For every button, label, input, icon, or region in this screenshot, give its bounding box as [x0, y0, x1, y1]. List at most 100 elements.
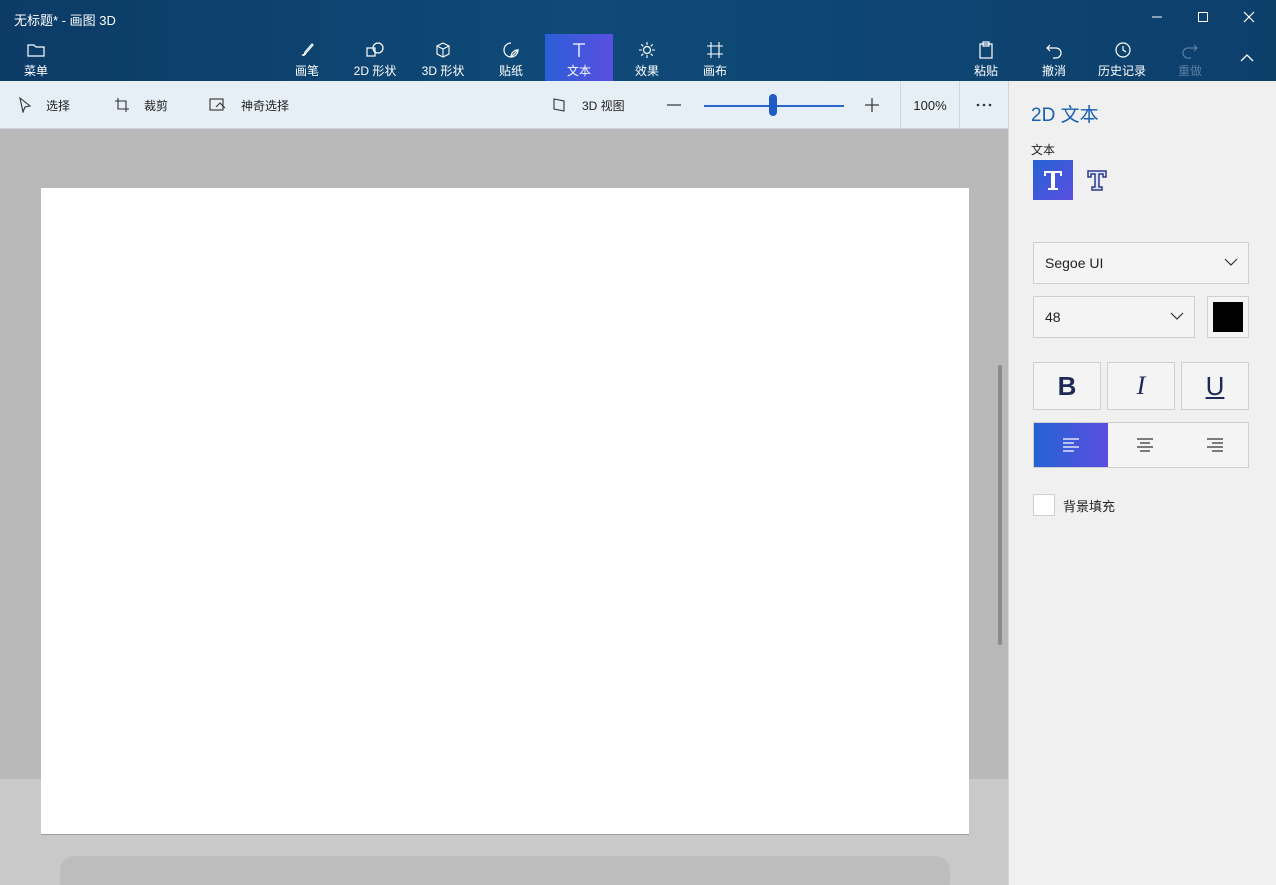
magic-select-tool[interactable]: 神奇选择 [209, 81, 289, 129]
maximize-button[interactable] [1180, 0, 1226, 34]
3d-text-button[interactable] [1077, 160, 1117, 200]
align-right-button[interactable] [1182, 423, 1248, 467]
tab-2d-shapes[interactable]: 2D 形状 [341, 34, 409, 81]
zoom-out-button[interactable] [666, 81, 682, 129]
align-left-button[interactable] [1034, 423, 1108, 467]
text-properties-panel: 2D 文本 文本 Segoe UI 48 B I U 背景填充 [1008, 81, 1276, 885]
font-size-select[interactable]: 48 [1033, 296, 1195, 338]
magic-select-label: 神奇选择 [241, 98, 290, 113]
secondary-toolbar: 选择 裁剪 神奇选择 3D 视图 100% [0, 81, 1008, 129]
chevron-up-icon [1240, 54, 1254, 62]
tab-3d-shapes[interactable]: 3D 形状 [409, 34, 477, 81]
tab-text-label: 文本 [566, 64, 591, 78]
canvas-icon [707, 42, 723, 58]
font-size-value: 48 [1045, 309, 1061, 325]
italic-label: I [1136, 371, 1146, 400]
folder-icon [27, 44, 45, 57]
3d-view-icon [553, 98, 565, 112]
zoom-in-button[interactable] [864, 81, 880, 129]
tab-brushes[interactable]: 画笔 [273, 34, 341, 81]
font-family-value: Segoe UI [1045, 255, 1104, 271]
panel-title: 2D 文本 [1031, 105, 1099, 126]
select-label: 选择 [46, 98, 71, 113]
tab-effects-label: 效果 [634, 64, 659, 78]
view-3d-label: 3D 视图 [582, 98, 625, 113]
3d-text-icon [1087, 170, 1107, 191]
font-family-select[interactable]: Segoe UI [1033, 242, 1249, 284]
crop-tool[interactable]: 裁剪 [114, 81, 168, 129]
background-fill-checkbox[interactable] [1033, 494, 1055, 516]
3d-shapes-icon [436, 42, 450, 58]
brush-icon [301, 43, 314, 56]
zoom-slider[interactable] [704, 81, 844, 129]
redo-button[interactable]: 重做 [1156, 34, 1224, 81]
bold-button[interactable]: B [1033, 362, 1101, 410]
ribbon-header: 无标题* - 画图 3D 菜单 画笔 2D 形状 3D 形状 贴纸 文本 效果 … [0, 0, 1276, 81]
close-icon [1243, 11, 1255, 23]
window-title: 无标题* - 画图 3D [14, 13, 116, 28]
bold-label: B [1057, 370, 1077, 401]
minimize-button[interactable] [1134, 0, 1180, 34]
workspace [0, 129, 1008, 885]
minimize-icon [1152, 16, 1162, 18]
tab-effects[interactable]: 效果 [613, 34, 681, 81]
more-options-button[interactable] [976, 81, 992, 129]
background-fill-option[interactable]: 背景填充 [1033, 494, 1115, 516]
chevron-down-icon [1224, 258, 1238, 266]
crop-label: 裁剪 [144, 98, 169, 113]
paste-button[interactable]: 粘贴 [952, 34, 1020, 81]
magic-select-icon [209, 98, 226, 111]
background-fill-label: 背景填充 [1063, 498, 1116, 514]
drawing-canvas[interactable] [41, 188, 969, 834]
history-button[interactable]: 历史记录 [1088, 34, 1156, 81]
text-color-swatch [1213, 302, 1243, 332]
redo-label: 重做 [1177, 64, 1202, 78]
italic-button[interactable]: I [1107, 362, 1175, 410]
chevron-down-icon [1170, 312, 1184, 320]
menu-label: 菜单 [23, 64, 48, 78]
2d-text-button[interactable] [1033, 160, 1073, 200]
select-arrow-icon [19, 97, 32, 113]
text-color-picker[interactable] [1207, 296, 1249, 338]
tab-canvas-label: 画布 [702, 64, 727, 78]
view-3d-toggle[interactable]: 3D 视图 [552, 81, 625, 129]
undo-button[interactable]: 撤消 [1020, 34, 1088, 81]
undo-label: 撤消 [1041, 64, 1066, 78]
maximize-icon [1198, 12, 1208, 22]
tab-canvas[interactable]: 画布 [681, 34, 749, 81]
2d-text-icon [1044, 171, 1062, 190]
text-section-label: 文本 [1031, 143, 1056, 157]
history-label: 历史记录 [1097, 64, 1146, 78]
effects-icon [639, 42, 655, 58]
paste-label: 粘贴 [973, 64, 998, 78]
tab-stickers-label: 贴纸 [498, 64, 523, 78]
workspace-floor [60, 856, 950, 885]
tab-brushes-label: 画笔 [294, 64, 319, 78]
close-button[interactable] [1226, 0, 1272, 34]
zoom-percentage[interactable]: 100% [900, 81, 960, 129]
align-left-icon [1063, 438, 1079, 452]
underline-button[interactable]: U [1181, 362, 1249, 410]
zoom-thumb[interactable] [769, 94, 777, 116]
undo-icon [1046, 44, 1062, 59]
menu-button[interactable]: 菜单 [2, 34, 70, 81]
text-icon [573, 43, 585, 57]
history-icon [1115, 42, 1131, 58]
minus-icon [667, 104, 681, 106]
sticker-icon [503, 42, 519, 58]
select-tool[interactable]: 选择 [18, 81, 70, 129]
vertical-scrollbar[interactable] [998, 365, 1002, 645]
paste-icon [979, 41, 993, 59]
align-center-icon [1137, 438, 1153, 452]
more-icon [976, 103, 992, 107]
plus-icon [865, 98, 879, 112]
alignment-group [1033, 422, 1249, 468]
tab-stickers[interactable]: 贴纸 [477, 34, 545, 81]
tab-text[interactable]: 文本 [545, 34, 613, 81]
2d-shapes-icon [366, 42, 384, 57]
tab-3d-shapes-label: 3D 形状 [421, 64, 465, 78]
tab-2d-shapes-label: 2D 形状 [353, 64, 397, 78]
collapse-ribbon-button[interactable] [1224, 40, 1270, 76]
crop-icon [115, 98, 129, 112]
align-center-button[interactable] [1108, 423, 1182, 467]
